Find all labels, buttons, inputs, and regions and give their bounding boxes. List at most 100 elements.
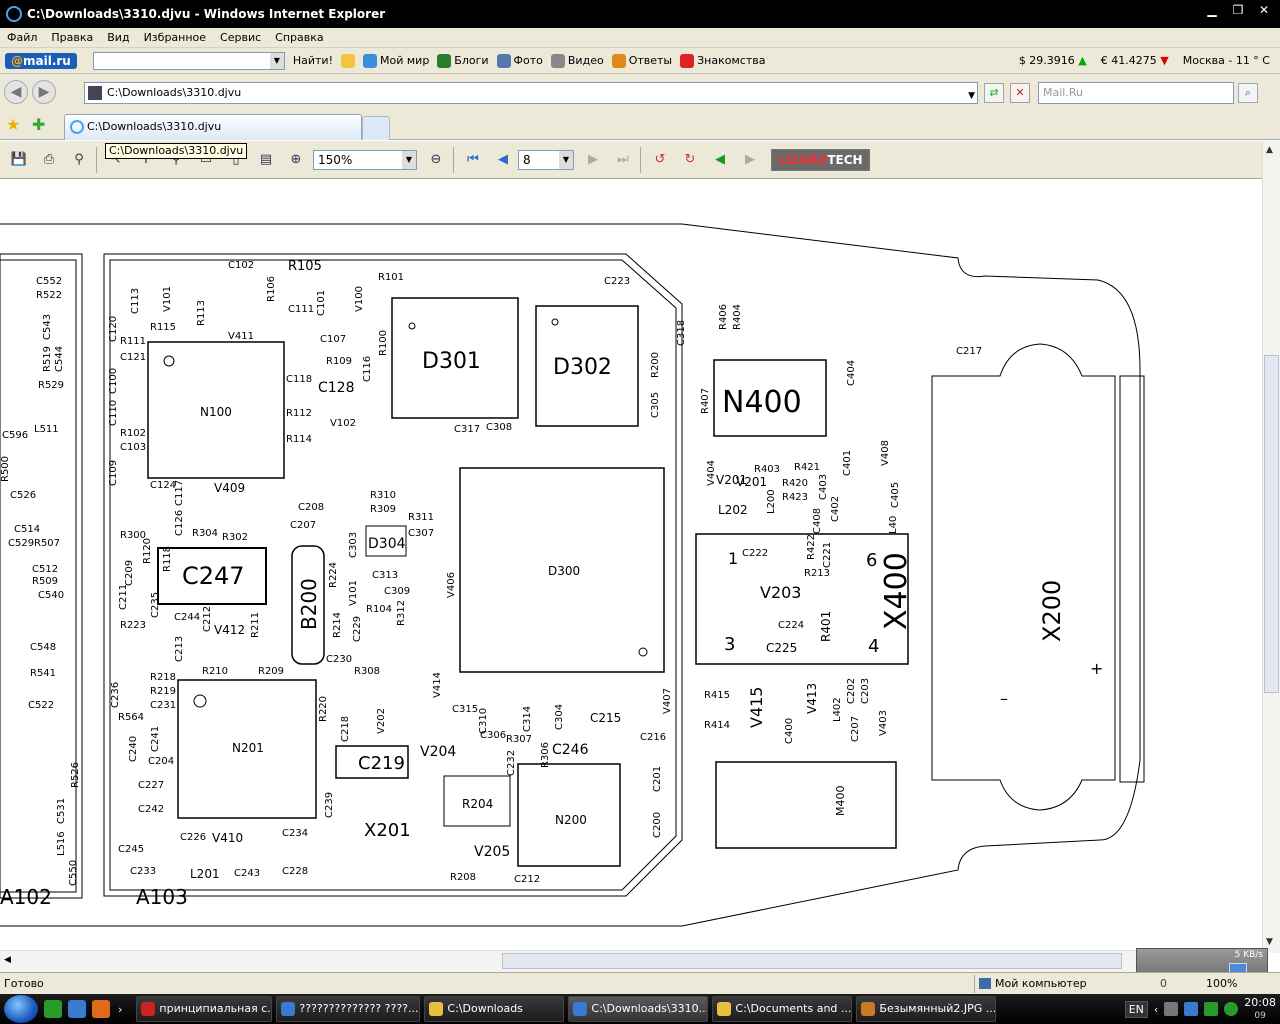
taskbar-button[interactable]: C:\Documents and ...: [712, 996, 853, 1022]
taskbar-button-active[interactable]: C:\Downloads\3310....: [568, 996, 709, 1022]
svg-text:C529: C529: [8, 538, 34, 549]
menu-favorites[interactable]: Избранное: [137, 31, 213, 44]
zoom-out-icon[interactable]: ⊖: [425, 149, 447, 171]
svg-text:R312: R312: [396, 600, 407, 626]
horizontal-scroll-thumb[interactable]: [502, 953, 1122, 969]
scroll-up-icon: ▲: [1266, 145, 1273, 155]
tray-icon[interactable]: [1164, 1002, 1179, 1016]
usd-rate[interactable]: $ 29.3916 ▲: [1019, 54, 1087, 67]
svg-text:C514: C514: [14, 524, 40, 535]
menu-tools[interactable]: Сервис: [213, 31, 268, 44]
vertical-scrollbar[interactable]: ▲ ▼: [1262, 141, 1280, 953]
djvu-document-view[interactable]: D301 D302 N400 N100 D300 C247 B200 X400 …: [0, 180, 1262, 950]
search-button[interactable]: ⌕: [1238, 83, 1258, 103]
forward-button[interactable]: ▶: [32, 80, 56, 104]
first-page-icon[interactable]: ⏮: [462, 149, 484, 171]
tray-icon[interactable]: [1184, 1002, 1199, 1016]
svg-text:R120: R120: [142, 538, 153, 564]
rates-panel: $ 29.3916 ▲ € 41.4275 ▼ Москва - 11 ° C: [1019, 54, 1270, 67]
close-button[interactable]: ✕: [1252, 1, 1276, 21]
taskbar-button[interactable]: Безымянный2.JPG ...: [856, 996, 997, 1022]
window-title: C:\Downloads\3310.djvu - Windows Interne…: [27, 7, 386, 21]
eur-rate[interactable]: € 41.4275 ▼: [1101, 54, 1169, 67]
back-button[interactable]: ◀: [4, 80, 28, 104]
link-answers[interactable]: Ответы: [611, 53, 672, 68]
link-dating[interactable]: Знакомства: [680, 53, 765, 68]
menu-view[interactable]: Вид: [100, 31, 136, 44]
stop-button[interactable]: ✕: [1010, 83, 1030, 103]
rotate-right-icon[interactable]: ↻: [679, 149, 701, 171]
chevron-right-icon[interactable]: ›: [118, 1003, 122, 1016]
svg-text:R423: R423: [782, 492, 808, 503]
back-green-icon[interactable]: ◀: [709, 149, 731, 171]
status-zoom[interactable]: 100%: [1206, 975, 1237, 993]
add-favorite-icon[interactable]: ✚: [32, 115, 45, 134]
start-button[interactable]: [4, 995, 38, 1023]
chip-label: D300: [548, 564, 580, 578]
page-select[interactable]: 8 ▼: [518, 149, 574, 170]
rotate-left-icon[interactable]: ↺: [649, 149, 671, 171]
chevron-down-icon[interactable]: ▼: [968, 86, 975, 106]
favorites-star-icon[interactable]: ★: [6, 115, 20, 134]
mail-quicklaunch-icon[interactable]: [92, 1000, 110, 1018]
actual-size-icon[interactable]: ▤: [255, 149, 277, 171]
prev-page-icon[interactable]: ◀: [492, 149, 514, 171]
link-my-world[interactable]: Мой мир: [363, 53, 429, 68]
svg-text:C200: C200: [652, 812, 663, 838]
chip-label: C219: [358, 753, 405, 774]
link-video[interactable]: Видео: [550, 53, 604, 68]
horizontal-scrollbar[interactable]: ◀ ▶: [0, 950, 1262, 972]
chip-label: D304: [368, 536, 406, 552]
tray-icon[interactable]: [1204, 1002, 1219, 1016]
link-blogs[interactable]: Блоги: [437, 53, 489, 68]
svg-text:C116: C116: [362, 356, 373, 382]
arrow-up-icon: ▲: [1078, 54, 1087, 67]
tab-3310-djvu[interactable]: C:\Downloads\3310.djvu: [64, 114, 362, 140]
menu-file[interactable]: Файл: [0, 31, 44, 44]
svg-text:C400: C400: [784, 718, 795, 744]
language-indicator[interactable]: EN: [1124, 1000, 1148, 1018]
last-page-icon[interactable]: ⏭: [612, 149, 634, 171]
svg-text:4: 4: [868, 636, 879, 657]
find-button[interactable]: Найти!: [293, 54, 333, 67]
new-tab-button[interactable]: [362, 116, 390, 140]
highlight-button[interactable]: [341, 53, 355, 68]
svg-text:C234: C234: [282, 828, 308, 839]
lizardtech-logo[interactable]: LIZARDTECH: [771, 148, 870, 171]
search-input[interactable]: Mail.Ru: [1038, 82, 1234, 104]
clock[interactable]: 20:08 09: [1244, 996, 1276, 1022]
mailru-logo[interactable]: @mail.ru: [5, 52, 77, 69]
ie-quicklaunch-icon[interactable]: [68, 1000, 86, 1018]
menu-edit[interactable]: Правка: [44, 31, 100, 44]
svg-text:R109: R109: [326, 356, 352, 367]
quicklaunch-icon[interactable]: [44, 1000, 62, 1018]
chevron-left-icon[interactable]: ‹: [1154, 1003, 1158, 1016]
chevron-down-icon[interactable]: ▼: [269, 52, 284, 69]
taskbar-button[interactable]: C:\Downloads: [424, 996, 565, 1022]
print-icon[interactable]: ⎙: [38, 149, 60, 171]
security-zone[interactable]: Мой компьютер: [974, 975, 1087, 993]
svg-text:V414: V414: [432, 672, 443, 698]
zoom-select[interactable]: 150% ▼: [313, 149, 417, 170]
taskbar-button[interactable]: ?????????????? ????...: [276, 996, 421, 1022]
vertical-scroll-thumb[interactable]: [1264, 355, 1279, 693]
save-icon[interactable]: 💾: [8, 149, 30, 171]
zoom-in-icon[interactable]: ⊕: [285, 149, 307, 171]
next-page-icon[interactable]: ▶: [582, 149, 604, 171]
network-speed: 5 KB/s: [1234, 950, 1263, 960]
taskbar-button[interactable]: принципиальная с...: [136, 996, 273, 1022]
link-photo[interactable]: Фото: [496, 53, 543, 68]
find-icon[interactable]: ⚲: [68, 149, 90, 171]
minimize-button[interactable]: ▁: [1200, 1, 1224, 21]
menu-help[interactable]: Справка: [268, 31, 330, 44]
camera-icon: [496, 53, 511, 68]
refresh-button[interactable]: ⇄: [984, 83, 1004, 103]
maximize-button[interactable]: ❐: [1226, 1, 1250, 21]
chip-label: D301: [422, 349, 481, 374]
forward-gray-icon[interactable]: ▶: [739, 149, 761, 171]
address-input[interactable]: C:\Downloads\3310.djvu ▼: [84, 82, 978, 104]
tray-icon[interactable]: [1224, 1002, 1239, 1016]
weather[interactable]: Москва - 11 ° C: [1183, 54, 1270, 67]
mailru-search-input[interactable]: ▼: [92, 51, 285, 70]
svg-text:R214: R214: [332, 612, 343, 638]
